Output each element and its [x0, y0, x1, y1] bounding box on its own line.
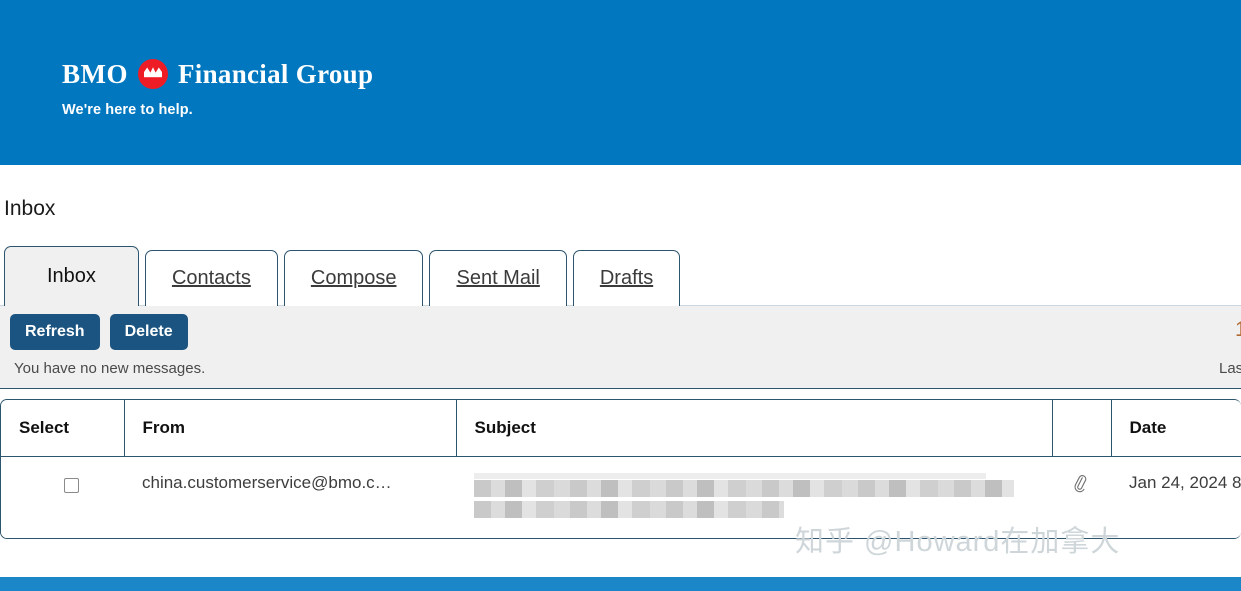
brand-suffix: Financial Group [178, 58, 374, 89]
brand-lockup: BMO Financial Group We're here to help. [62, 55, 373, 118]
page-title: Inbox [4, 197, 56, 220]
brand-wordmark-row: BMO Financial Group [62, 55, 373, 93]
mail-table-header-row: Select From Subject Date [1, 400, 1241, 457]
tab-strip: Inbox Contacts Compose Sent Mail Drafts [4, 246, 1241, 306]
brand-name: BMO [62, 58, 128, 89]
tab-drafts-label: Drafts [599, 267, 654, 289]
column-header-date: Date [1111, 400, 1241, 457]
column-header-attachment [1052, 400, 1112, 457]
footer-bar [0, 577, 1241, 591]
mail-table: Select From Subject Date china.customers… [1, 400, 1241, 538]
row-select-cell [1, 456, 124, 538]
column-header-subject: Subject [456, 400, 1053, 457]
row-attachment-cell [1052, 456, 1111, 538]
tab-contacts[interactable]: Contacts [144, 250, 278, 306]
paperclip-icon [1070, 473, 1090, 498]
tab-sent-mail[interactable]: Sent Mail [429, 250, 567, 306]
page-body: Inbox Inbox Contacts Compose Sent Mail D… [0, 165, 1241, 539]
redacted-subject [474, 473, 1052, 518]
mail-table-head: Select From Subject Date [1, 400, 1241, 457]
row-date: Jan 24, 2024 8:5 [1111, 456, 1241, 538]
tab-compose-label: Compose [310, 267, 397, 289]
toolbar-panel: Refresh Delete 1 You have no new message… [0, 305, 1241, 389]
column-header-select: Select [1, 400, 125, 457]
column-header-from: From [124, 400, 457, 457]
redaction-block [474, 480, 1014, 497]
row-select-checkbox[interactable] [64, 478, 79, 494]
delete-button[interactable]: Delete [109, 314, 188, 350]
tab-compose[interactable]: Compose [283, 250, 424, 306]
row-subject [456, 456, 1052, 538]
redaction-block [474, 473, 986, 479]
last-login-text: Last [1219, 359, 1241, 377]
table-row[interactable]: china.customerservice@bmo.c… Jan 24, 202… [1, 456, 1241, 538]
redaction-block [474, 501, 784, 518]
brand-tagline: We're here to help. [62, 102, 193, 118]
tab-contacts-label: Contacts [171, 267, 251, 289]
tab-inbox-label: Inbox [47, 265, 96, 287]
refresh-button[interactable]: Refresh [10, 314, 100, 350]
toolbar-status-row: You have no new messages. Last [0, 350, 1241, 377]
tab-drafts[interactable]: Drafts [572, 250, 681, 306]
status-message: You have no new messages. [14, 359, 206, 377]
alert-count-badge: 1 [1235, 318, 1241, 341]
tab-inbox[interactable]: Inbox [4, 246, 139, 306]
bmo-medallion-icon [138, 59, 168, 89]
tab-sent-mail-label: Sent Mail [456, 267, 540, 289]
brand-header: BMO Financial Group We're here to help. [0, 0, 1241, 165]
mail-table-container: Select From Subject Date china.customers… [0, 399, 1241, 539]
mail-table-body: china.customerservice@bmo.c… Jan 24, 202… [1, 456, 1241, 538]
row-from: china.customerservice@bmo.c… [124, 456, 456, 538]
toolbar-button-row: Refresh Delete 1 [0, 314, 1241, 350]
